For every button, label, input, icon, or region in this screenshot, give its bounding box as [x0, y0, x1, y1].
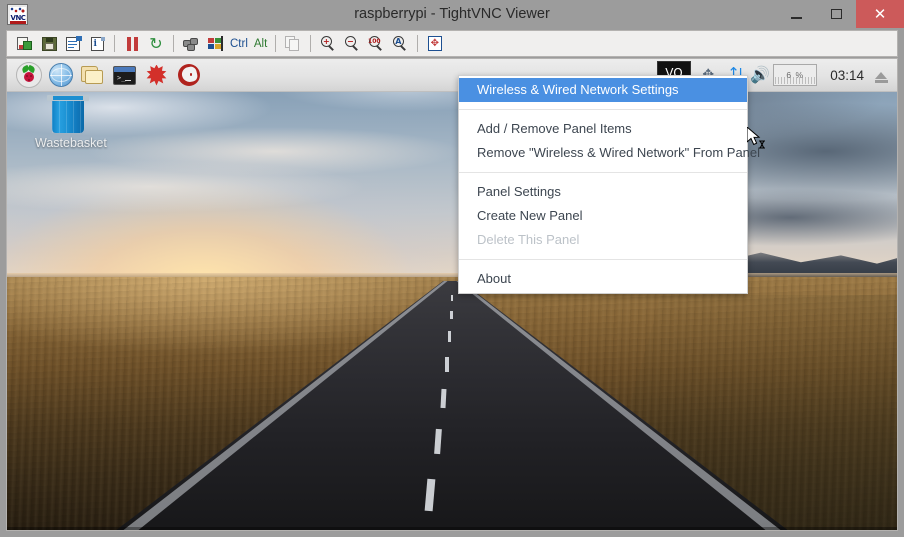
new-connection-icon[interactable]	[13, 32, 37, 55]
context-menu-group: Add / Remove Panel Items Remove "Wireles…	[459, 115, 760, 167]
fullscreen-glyph: ✥	[430, 37, 439, 49]
send-keys-icon[interactable]	[179, 32, 203, 55]
zoom-auto-icon[interactable]: A	[388, 32, 412, 55]
menu-separator	[459, 259, 747, 260]
menu-item-panel-settings[interactable]: Panel Settings	[459, 180, 747, 204]
cpu-usage-label: 6 %	[786, 70, 805, 80]
maximize-icon	[830, 9, 842, 19]
wastebasket-label: Wastebasket	[35, 136, 107, 150]
save-session-icon[interactable]	[37, 32, 61, 55]
zoom-100-icon[interactable]: 100	[364, 32, 388, 55]
minimize-button[interactable]	[776, 0, 816, 28]
alt-key-button[interactable]: Alt	[251, 38, 270, 50]
panel-context-menu[interactable]: Wireless & Wired Network Settings Add / …	[458, 75, 760, 294]
context-menu-group: About	[459, 265, 747, 293]
web-browser-icon[interactable]	[47, 62, 74, 89]
menu-item-about[interactable]: About	[459, 267, 747, 291]
toolbar-separator	[114, 35, 115, 52]
window-title: raspberrypi - TightVNC Viewer	[354, 6, 550, 22]
raspberry-menu-icon[interactable]	[15, 62, 42, 89]
transfer-files-icon[interactable]	[281, 32, 305, 55]
vnc-logo-bar	[10, 21, 26, 24]
panel-launchers: >_	[7, 62, 202, 89]
toolbar-separator	[310, 35, 312, 52]
close-button[interactable]: ✕	[856, 0, 904, 28]
zoom-in-label: +	[322, 36, 330, 46]
menu-item-add-remove-panel-items[interactable]: Add / Remove Panel Items	[459, 117, 747, 141]
clock-label[interactable]: 03:14	[823, 68, 871, 83]
menu-separator	[459, 172, 747, 173]
toolbar-separator	[173, 35, 174, 52]
window-controls: ✕	[776, 0, 904, 28]
desktop-wallpaper	[7, 59, 897, 530]
window-titlebar[interactable]: VNC raspberrypi - TightVNC Viewer ✕	[0, 0, 904, 28]
connection-options-icon[interactable]	[61, 32, 85, 55]
context-menu-group: Wireless & Wired Network Settings	[459, 76, 747, 104]
cpu-monitor-widget[interactable]: 6 %	[773, 64, 818, 86]
wolfram-icon[interactable]	[175, 62, 202, 89]
ctrl-key-button[interactable]: Ctrl	[227, 38, 251, 50]
menu-item-create-new-panel[interactable]: Create New Panel	[459, 204, 747, 228]
pause-updates-icon[interactable]	[120, 32, 144, 55]
fullscreen-icon[interactable]: ✥	[423, 32, 447, 55]
menu-item-remove-from-panel[interactable]: Remove "Wireless & Wired Network" From P…	[459, 141, 760, 165]
file-manager-icon[interactable]	[79, 62, 106, 89]
zoom-out-label: −	[346, 36, 354, 46]
vnc-logo-icon: VNC	[7, 4, 28, 25]
wastebasket-glyph	[47, 95, 89, 133]
vnc-logo-dots	[10, 7, 26, 14]
zoom-out-icon[interactable]: −	[340, 32, 364, 55]
lxde-top-panel: >_ VO ✥ ↑↓ 🔊	[7, 59, 897, 92]
terminal-icon[interactable]: >_	[111, 62, 138, 89]
eject-icon[interactable]	[871, 64, 891, 86]
maximize-button[interactable]	[816, 0, 856, 28]
mathematica-icon[interactable]	[143, 62, 170, 89]
tightvnc-viewer-window: VNC raspberrypi - TightVNC Viewer ✕ i ↻ …	[0, 0, 904, 537]
close-icon: ✕	[873, 4, 887, 23]
volume-icon[interactable]: 🔊	[747, 61, 773, 89]
ctrl-alt-del-icon[interactable]	[203, 32, 227, 55]
minimize-icon	[790, 16, 802, 19]
menu-item-delete-this-panel: Delete This Panel	[477, 232, 580, 247]
zoom-100-label: 100	[368, 37, 381, 45]
toolbar-separator	[417, 35, 419, 52]
menu-item-wireless-wired-network-settings[interactable]: Wireless & Wired Network Settings	[459, 78, 747, 102]
remote-desktop-view[interactable]: Wastebasket >_ VO ↑ ↓ 🔊 6 % 03:14 Wirele…	[6, 58, 898, 531]
refresh-screen-icon[interactable]: ↻	[144, 32, 168, 55]
wastebasket-icon[interactable]: Wastebasket	[35, 95, 107, 150]
context-menu-group: Panel Settings Create New Panel Delete T…	[459, 178, 747, 254]
toolbar-separator	[275, 35, 277, 52]
vnc-toolbar: i ↻ Ctrl Alt + − 100 A ✥	[6, 30, 898, 57]
connection-info-icon[interactable]: i	[85, 32, 109, 55]
zoom-in-icon[interactable]: +	[316, 32, 340, 55]
menu-separator	[459, 109, 747, 110]
zoom-auto-label: A	[395, 36, 402, 46]
